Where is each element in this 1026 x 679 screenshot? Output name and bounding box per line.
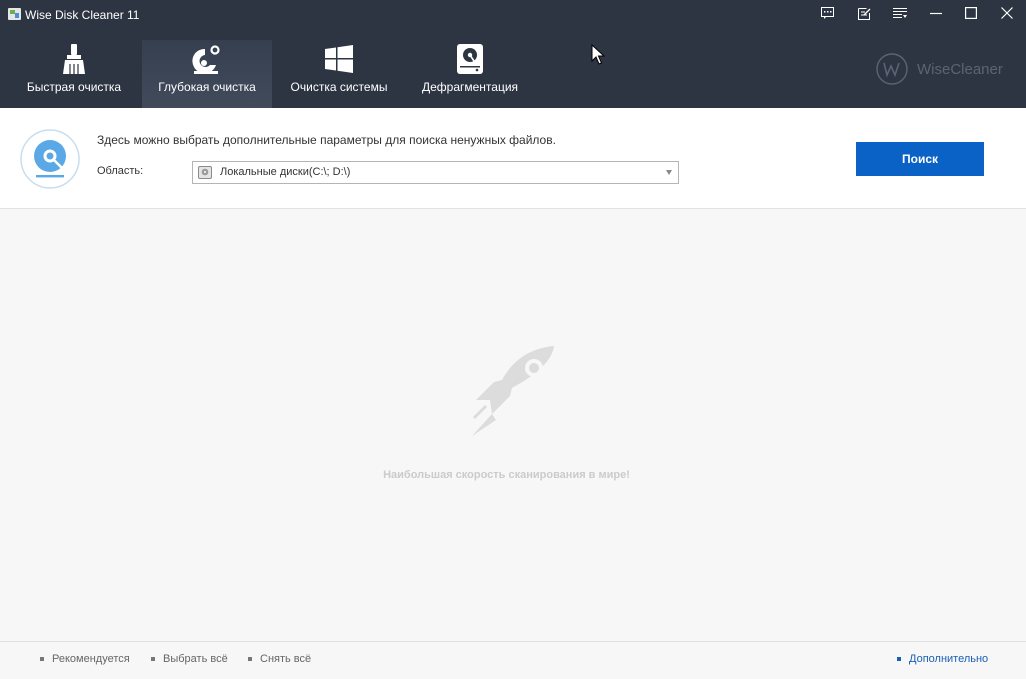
notes-button[interactable] [849,2,879,24]
tab-deep-clean[interactable]: Глубокая очистка [142,40,272,108]
bullet-icon [248,657,252,661]
options-panel: Здесь можно выбрать дополнительные парам… [0,108,1026,209]
search-button[interactable]: Поиск [856,142,984,176]
tab-defrag[interactable]: Дефрагментация [405,40,535,108]
menu-button[interactable] [885,2,915,24]
tab-quick-clean-label: Быстрая очистка [26,80,122,94]
app-logo-icon [8,8,21,20]
close-icon [1001,7,1013,19]
mouse-cursor-icon [591,44,605,65]
footer: Рекомендуется Выбрать всё Снять всё Допо… [0,641,1026,679]
bullet-icon [151,657,155,661]
maximize-icon [965,7,977,19]
maximize-button[interactable] [956,2,986,24]
chevron-down-icon [666,170,672,175]
tab-defrag-label: Дефрагментация [421,80,519,94]
tab-deep-clean-label: Глубокая очистка [158,80,256,94]
advanced-label: Дополнительно [909,653,989,665]
select-all-link[interactable]: Выбрать всё [151,653,228,665]
wisecleaner-logo: WiseCleaner [875,53,1005,85]
checklist-icon [857,7,870,20]
rocket-icon [472,346,554,436]
feedback-icon [820,7,834,19]
wisecleaner-logo-icon [876,53,908,85]
minimize-icon [930,12,942,15]
close-button[interactable] [992,2,1022,24]
header: Wise Disk Cleaner 11 Быстрая очистка Глу… [0,0,1026,108]
menu-icon [893,8,907,18]
recommended-label: Рекомендуется [52,653,130,665]
disk-search-icon [20,129,80,189]
recommended-link[interactable]: Рекомендуется [40,653,130,665]
area-label: Область: [97,165,144,177]
windows-icon [325,45,353,73]
area-select[interactable]: Локальные диски(C:\; D:\) [192,161,679,184]
bullet-icon [897,657,901,661]
title-bar: Wise Disk Cleaner 11 [0,0,1026,30]
deselect-all-label: Снять всё [260,653,312,665]
minimize-button[interactable] [921,2,951,24]
deep-clean-icon [192,45,220,74]
panel-description: Здесь можно выбрать дополнительные парам… [97,133,556,147]
advanced-link[interactable]: Дополнительно [897,653,988,665]
tab-system-clean-label: Очистка системы [290,80,388,94]
area-select-value: Локальные диски(C:\; D:\) [220,166,351,178]
local-disk-icon [198,166,212,179]
bullet-icon [40,657,44,661]
wisecleaner-logo-text: WiseCleaner [917,61,1003,78]
tab-quick-clean[interactable]: Быстрая очистка [9,40,139,108]
feedback-button[interactable] [812,2,842,24]
select-all-label: Выбрать всё [163,653,228,665]
app-title: Wise Disk Cleaner 11 [25,8,140,22]
empty-state-message: Наибольшая скорость сканирования в мире! [383,469,630,481]
tab-system-clean[interactable]: Очистка системы [274,40,404,108]
disk-defrag-icon [457,44,483,74]
broom-icon [63,44,85,74]
deselect-all-link[interactable]: Снять всё [248,653,311,665]
